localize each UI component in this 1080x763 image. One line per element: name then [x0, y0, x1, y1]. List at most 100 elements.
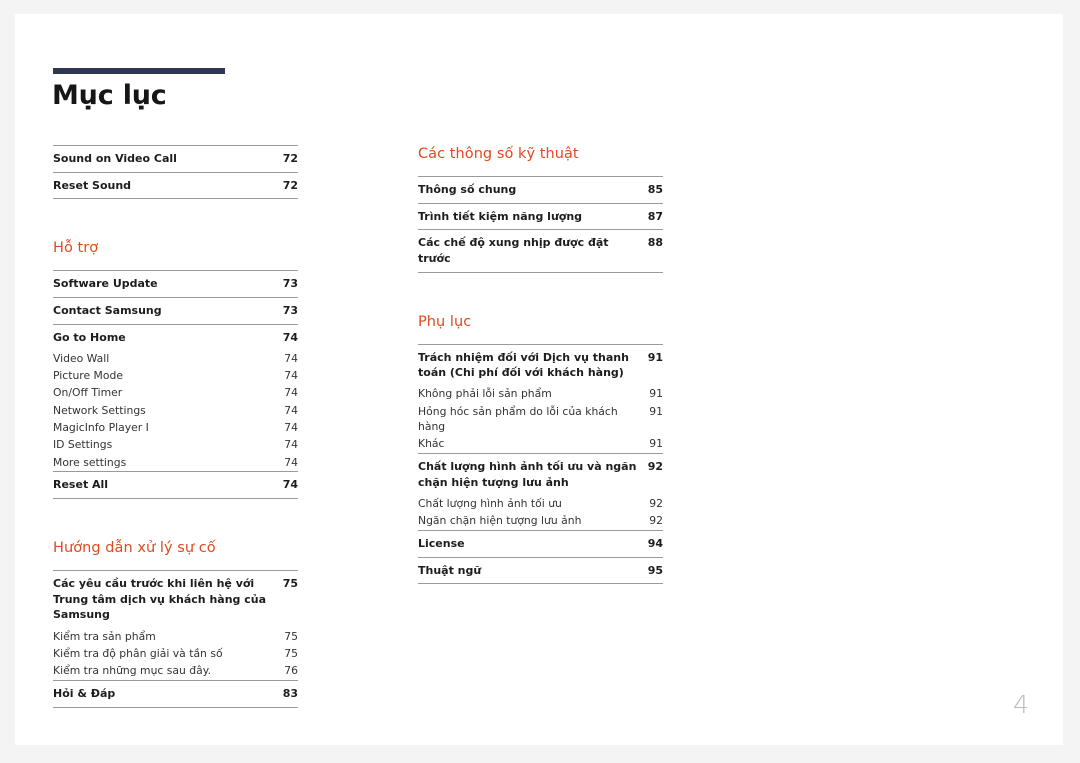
toc-entry[interactable]: License 94	[418, 534, 663, 557]
toc-entry[interactable]: Thuật ngữ 95	[418, 561, 663, 584]
toc-entry[interactable]: Software Update 73	[53, 274, 298, 297]
toc-entry-page-number: 76	[284, 664, 298, 678]
toc-entry[interactable]: Network Settings 74	[53, 402, 298, 419]
toc-entry[interactable]: Hỏi & Đáp 83	[53, 684, 298, 707]
heading-spacer	[53, 557, 298, 570]
toc-entry-page-number: 74	[284, 351, 298, 365]
toc-entry[interactable]: Reset Sound 72	[53, 176, 298, 199]
toc-section-heading: Phụ lục	[418, 313, 472, 330]
toc-entry[interactable]: MagicInfo Player I 74	[53, 419, 298, 436]
toc-group: Các yêu cầu trước khi liên hệ với Trung …	[53, 570, 298, 680]
toc-group: Software Update 73	[53, 270, 298, 297]
toc-entry[interactable]: More settings 74	[53, 454, 298, 471]
toc-entry-label: Hỏng hóc sản phẩm do lỗi của khách hàng	[418, 404, 618, 434]
toc-entry[interactable]: Trách nhiệm đối với Dịch vụ thanh toán (…	[418, 348, 663, 386]
toc-group: Các chế độ xung nhịp được đặt trước 88	[418, 229, 663, 273]
toc-entry-page-number: 74	[284, 438, 298, 452]
toc-entry[interactable]: Picture Mode 74	[53, 368, 298, 385]
toc-entry-page-number: 94	[647, 537, 663, 551]
toc-entry-label: Kiểm tra sản phẩm	[53, 629, 156, 643]
heading-spacer	[418, 331, 663, 344]
toc-entry-label: Go to Home	[53, 330, 126, 344]
toc-entry-page-number: 87	[647, 209, 663, 223]
toc-entry-label: Chất lượng hình ảnh tối ưu và ngăn chặn …	[418, 460, 637, 489]
toc-group: Thuật ngữ 95	[418, 556, 663, 585]
toc-entry-page-number: 74	[282, 330, 298, 344]
toc-entry[interactable]: Sound on Video Call 72	[53, 149, 298, 172]
toc-entry-page-number: 74	[284, 420, 298, 434]
toc-entry[interactable]: Reset All 74	[53, 475, 298, 498]
toc-entry[interactable]: On/Off Timer 74	[53, 385, 298, 402]
toc-entry-page-number: 88	[647, 236, 663, 250]
toc-entry-label: Contact Samsung	[53, 303, 162, 317]
toc-entry-label: MagicInfo Player I	[53, 420, 149, 434]
toc-entry[interactable]: ID Settings 74	[53, 437, 298, 454]
heading-spacer	[53, 257, 298, 270]
toc-entry[interactable]: Kiểm tra sản phẩm 75	[53, 628, 298, 645]
toc-entry-label: More settings	[53, 455, 127, 469]
toc-entry[interactable]: Ngăn chặn hiện tượng lưu ảnh 92	[418, 513, 663, 530]
toc-entry[interactable]: Không phải lỗi sản phẩm 91	[418, 386, 663, 403]
toc-entry-label: Khác	[418, 437, 445, 451]
toc-entry[interactable]: Các yêu cầu trước khi liên hệ với Trung …	[53, 574, 298, 628]
toc-entry-label: Không phải lỗi sản phẩm	[418, 387, 552, 401]
toc-column-right: Các thông số kỹ thuật Thông số chung 85 Trì…	[418, 145, 663, 585]
toc-entry-page-number: 75	[284, 629, 298, 643]
toc-entry[interactable]: Kiểm tra những mục sau đây. 76	[53, 663, 298, 680]
toc-entry-label: Hỏi & Đáp	[53, 687, 116, 701]
toc-entry-page-number: 74	[284, 369, 298, 382]
toc-entry-page-number: 74	[284, 403, 298, 417]
toc-entry[interactable]: Video Wall 74	[53, 350, 298, 367]
toc-section-heading: Hướng dẫn xử lý sự cố	[53, 540, 216, 557]
toc-entry-page-number: 74	[284, 386, 298, 400]
toc-entry-label: Thuật ngữ	[418, 563, 482, 577]
toc-entry[interactable]: Chất lượng hình ảnh tối ưu 92	[418, 495, 663, 512]
toc-entry-label: ID Settings	[53, 438, 113, 452]
heading-spacer	[418, 163, 663, 176]
toc-entry-page-number: 72	[282, 152, 298, 165]
toc-entry-page-number: 92	[649, 514, 663, 528]
toc-entry-page-number: 73	[282, 277, 298, 291]
toc-group: Reset All 74	[53, 471, 298, 500]
toc-entry-label: Picture Mode	[53, 369, 123, 382]
page-title: Mục lục	[52, 80, 167, 111]
toc-entry-label: Sound on Video Call	[53, 152, 177, 165]
toc-entry-page-number: 85	[647, 183, 663, 197]
toc-entry-page-number: 92	[647, 460, 663, 474]
toc-entry-page-number: 91	[649, 387, 663, 401]
toc-entry-label: Video Wall	[53, 351, 110, 365]
toc-entry-page-number: 74	[282, 478, 298, 492]
toc-entry[interactable]: Go to Home 74	[53, 328, 298, 351]
toc-entry[interactable]: Các chế độ xung nhịp được đặt trước 88	[418, 233, 663, 271]
toc-entry[interactable]: Thông số chung 85	[418, 180, 663, 203]
toc-entry-label: Reset Sound	[53, 178, 132, 192]
toc-entry-page-number: 92	[649, 496, 663, 510]
toc-entry-label: License	[418, 537, 465, 551]
toc-entry[interactable]: Kiểm tra độ phân giải và tần số 75	[53, 645, 298, 662]
title-accent-rule	[53, 68, 225, 74]
toc-column-left: Sound on Video Call 72 Reset Sound 72 Hỗ trợ…	[53, 145, 298, 708]
toc-section-heading: Hỗ trợ	[53, 240, 99, 257]
toc-entry[interactable]: Trình tiết kiệm năng lượng 87	[418, 207, 663, 230]
toc-entry-page-number: 91	[647, 350, 663, 364]
toc-entry[interactable]: Khác 91	[418, 436, 663, 453]
toc-entry-label: Software Update	[53, 277, 158, 291]
toc-section-heading: Các thông số kỹ thuật	[418, 146, 579, 162]
toc-entry-label: Ngăn chặn hiện tượng lưu ảnh	[418, 514, 582, 528]
toc-entry-page-number: 95	[647, 563, 663, 577]
toc-entry-page-number: 91	[649, 404, 663, 418]
toc-entry[interactable]: Contact Samsung 73	[53, 301, 298, 324]
toc-group: Sound on Video Call 72	[53, 145, 298, 172]
toc-group: License 94	[418, 530, 663, 557]
toc-entry-page-number: 72	[282, 178, 298, 192]
toc-entry[interactable]: Hỏng hóc sản phẩm do lỗi của khách hàng 9…	[418, 403, 663, 436]
toc-entry[interactable]: Chất lượng hình ảnh tối ưu và ngăn chặn …	[418, 457, 663, 495]
toc-entry-label: Trách nhiệm đối với Dịch vụ thanh toán (…	[418, 350, 629, 380]
toc-group: Reset Sound 72	[53, 171, 298, 200]
toc-entry-page-number: 91	[649, 437, 663, 451]
toc-group: Thông số chung 85	[418, 176, 663, 203]
toc-group: Hỏi & Đáp 83	[53, 680, 298, 708]
